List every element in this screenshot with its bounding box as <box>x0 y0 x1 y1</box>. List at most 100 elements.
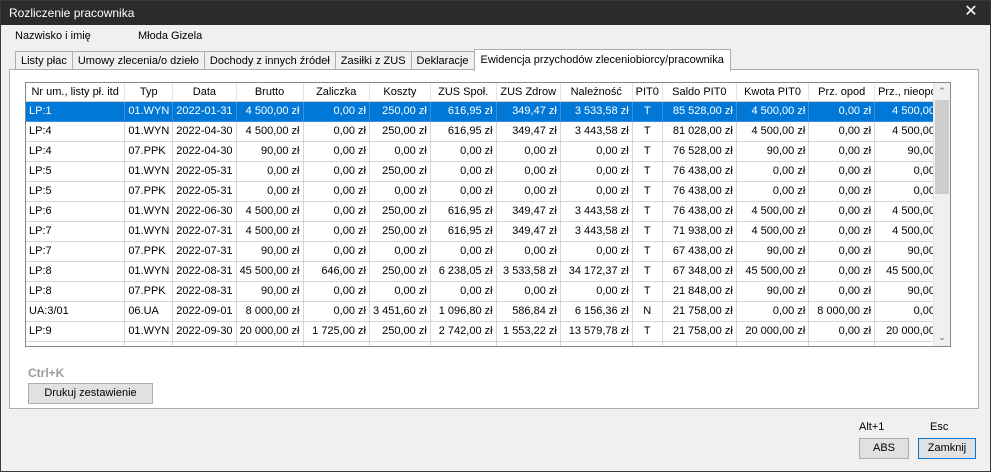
table-row[interactable]: LP:907.PPK2022-09-30910,00 zł0,00 zł0,00… <box>26 341 950 346</box>
table-cell: 2022-04-30 <box>172 121 237 142</box>
table-cell: 76 438,00 zł <box>662 201 737 222</box>
employee-label: Nazwisko i imię <box>15 30 91 42</box>
table-cell: 06.UA <box>124 301 174 322</box>
table-cell: 0,00 zł <box>496 241 561 262</box>
table-cell: 13 579,78 zł <box>560 321 633 342</box>
table-cell: 0,00 zł <box>303 281 370 302</box>
column-header[interactable]: Zaliczka <box>303 83 370 102</box>
close-button[interactable]: Zamknij <box>918 438 976 459</box>
table-cell: T <box>632 221 663 242</box>
table-cell: 6 238,05 zł <box>430 261 497 282</box>
table-cell: 0,00 zł <box>560 341 633 346</box>
table-cell: LP:5 <box>26 161 126 182</box>
column-header[interactable]: Kwota PIT0 <box>736 83 810 102</box>
table-row[interactable]: LP:4 07.PPK 2022-04-30 90,00 zł 0,00 zł 0,00 … <box>26 141 950 162</box>
scroll-up-icon[interactable]: ⌃ <box>934 83 950 100</box>
table-cell: 646,00 zł <box>303 261 370 282</box>
table-cell: 2022-05-31 <box>172 181 237 202</box>
vertical-scrollbar[interactable]: ⌃ ⌄ <box>933 83 950 346</box>
tab-0[interactable]: Listy płac <box>15 51 73 71</box>
table-cell: 0,00 zł <box>808 161 876 182</box>
table-cell: 2022-09-30 <box>172 341 237 346</box>
tab-1[interactable]: Umowy zlecenia/o dzieło <box>71 51 205 71</box>
table-cell: LP:8 <box>26 261 126 282</box>
table-cell: 0,00 zł <box>369 281 431 302</box>
table-cell: 20 000,00 zł <box>736 321 810 342</box>
table-cell: 0,00 zł <box>303 121 370 142</box>
tab-3[interactable]: Zasiłki z ZUS <box>334 51 412 71</box>
table-row[interactable]: LP:4 01.WYN 2022-04-30 4 500,00 zł 0,00 zł 25… <box>26 121 950 142</box>
table-row[interactable]: LP:9 01.WYN 2022-09-30 20 000,00 zł 1 725,00… <box>26 321 950 342</box>
table-cell: 0,00 zł <box>736 301 810 322</box>
column-header[interactable]: Saldo PIT0 <box>662 83 737 102</box>
tab-strip: Listy płac Umowy zlecenia/o dzieło Dochody… <box>15 49 731 71</box>
table-cell: 0,00 zł <box>496 341 561 346</box>
column-header[interactable]: Data <box>172 83 237 102</box>
table-row[interactable]: LP:8 01.WYN 2022-08-31 45 500,00 zł 646,00 z… <box>26 261 950 282</box>
column-header[interactable]: ZUS Społ. <box>430 83 497 102</box>
table-cell: 01.WYN <box>124 201 174 222</box>
tab-5[interactable]: Ewidencja przychodów zleceniobiorcy/prac… <box>473 49 731 71</box>
column-header[interactable]: Brutto <box>236 83 304 102</box>
table-row[interactable]: LP:1 01.WYN 2022-01-31 4 500,00 zł 0,00 zł 25… <box>26 101 950 122</box>
table-cell: 2022-06-30 <box>172 201 237 222</box>
table-cell: 76 528,00 zł <box>662 141 737 162</box>
table-cell: 0,00 zł <box>430 181 497 202</box>
table-row[interactable]: LP:7 07.PPK 2022-07-31 90,00 zł 0,00 zł 0,00 … <box>26 241 950 262</box>
table-cell: LP:5 <box>26 181 126 202</box>
table-cell: 1 758,00 zł <box>662 341 737 346</box>
tab-4[interactable]: Deklaracje <box>410 51 475 71</box>
close-icon[interactable]: ✕ <box>962 3 980 21</box>
window-title: Rozliczenie pracownika <box>9 6 135 20</box>
column-header[interactable]: ZUS Zdrow <box>496 83 561 102</box>
table-cell: T <box>632 161 663 182</box>
table-cell: 71 938,00 zł <box>662 221 737 242</box>
table-cell: 3 443,58 zł <box>560 201 633 222</box>
table-cell: 0,00 zł <box>808 281 876 302</box>
table-cell: 0,00 zł <box>808 141 876 162</box>
table-row[interactable]: LP:7 01.WYN 2022-07-31 4 500,00 zł 0,00 zł 25… <box>26 221 950 242</box>
table-cell: 349,47 zł <box>496 121 561 142</box>
column-header[interactable]: Typ <box>124 83 174 102</box>
table-row[interactable]: LP:5 07.PPK 2022-05-31 0,00 zł 0,00 zł 0,00 z… <box>26 181 950 202</box>
print-summary-button[interactable]: Drukuj zestawienie <box>28 383 153 404</box>
table-cell: 4 500,00 zł <box>236 201 304 222</box>
scroll-thumb[interactable] <box>935 100 949 194</box>
table-cell: T <box>632 281 663 302</box>
column-header[interactable]: Prz. opod <box>808 83 876 102</box>
table-cell: T <box>632 261 663 282</box>
table-cell: 90,00 zł <box>736 141 810 162</box>
table-cell: 2022-09-01 <box>172 301 237 322</box>
table-cell: 616,95 zł <box>430 101 497 122</box>
table-cell: 2022-01-31 <box>172 101 237 122</box>
table-cell: 4 500,00 zł <box>236 101 304 122</box>
table-cell: LP:4 <box>26 121 126 142</box>
table-cell: 0,00 zł <box>430 281 497 302</box>
table-row[interactable]: LP:8 07.PPK 2022-08-31 90,00 zł 0,00 zł 0,00 … <box>26 281 950 302</box>
table-cell: 1 096,80 zł <box>430 301 497 322</box>
table-cell: 0,00 zł <box>736 161 810 182</box>
column-header[interactable]: Należność <box>560 83 633 102</box>
table-row[interactable]: LP:5 01.WYN 2022-05-31 0,00 zł 0,00 zł 250,00… <box>26 161 950 182</box>
table-cell: T <box>632 121 663 142</box>
tab-2[interactable]: Dochody z innych źródeł <box>203 51 336 71</box>
employee-name: Młoda Gizela <box>138 30 203 42</box>
print-shortcut-hint: Ctrl+K <box>28 366 65 380</box>
table-cell: 0,00 zł <box>560 181 633 202</box>
abs-hotkey: Alt+1 <box>859 421 885 433</box>
table-row[interactable]: LP:6 01.WYN 2022-06-30 4 500,00 zł 0,00 zł 25… <box>26 201 950 222</box>
table-row[interactable]: UA:3/01 06.UA 2022-09-01 8 000,00 zł 0,00 zł… <box>26 301 950 322</box>
table-cell: 01.WYN <box>124 321 174 342</box>
table-cell: 0,00 zł <box>369 341 431 346</box>
table-cell: LP:9 <box>26 341 126 346</box>
column-header[interactable]: PIT0 <box>632 83 663 102</box>
column-header[interactable]: Koszty <box>369 83 431 102</box>
column-header[interactable]: Nr um., listy pł. itd <box>26 83 126 102</box>
table-cell: 8 000,00 zł <box>808 301 876 322</box>
scroll-down-icon[interactable]: ⌄ <box>934 329 950 346</box>
table-cell: 0,00 zł <box>303 221 370 242</box>
table-cell: LP:6 <box>26 201 126 222</box>
table-cell: 01.WYN <box>124 101 174 122</box>
table-cell: 3 443,58 zł <box>560 221 633 242</box>
abs-button[interactable]: ABS <box>859 438 909 459</box>
